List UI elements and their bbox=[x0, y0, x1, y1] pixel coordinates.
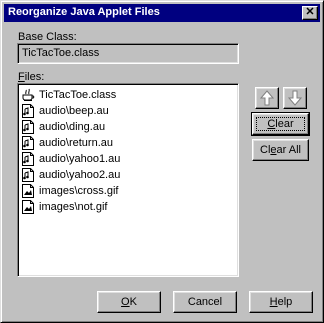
audio-file-icon bbox=[21, 104, 35, 118]
move-up-button[interactable] bbox=[255, 87, 279, 109]
clear-all-button-label: Clear All bbox=[260, 144, 301, 156]
audio-file-icon bbox=[21, 120, 35, 134]
file-name: audio\return.au bbox=[39, 137, 113, 149]
help-button-label: Help bbox=[269, 296, 293, 308]
close-button[interactable]: ✕ bbox=[302, 6, 318, 20]
clear-button[interactable]: Clear bbox=[251, 112, 310, 136]
ok-button[interactable]: OK bbox=[97, 291, 161, 313]
file-name: images\not.gif bbox=[39, 201, 108, 213]
close-icon: ✕ bbox=[305, 6, 315, 18]
audio-file-icon bbox=[21, 136, 35, 150]
cancel-button-label: Cancel bbox=[187, 296, 223, 308]
base-class-label: Base Class: bbox=[18, 31, 77, 43]
arrow-down-icon bbox=[288, 90, 302, 106]
files-listbox[interactable]: TicTacToe.class audio\beep.au audio\ding.a… bbox=[17, 83, 239, 277]
files-label: Files: bbox=[18, 71, 45, 83]
cancel-button[interactable]: Cancel bbox=[173, 291, 237, 313]
title-bar[interactable]: Reorganize Java Applet Files ✕ bbox=[4, 4, 320, 22]
file-name: audio\yahoo1.au bbox=[39, 153, 121, 165]
file-name: images\cross.gif bbox=[39, 185, 119, 197]
file-name: TicTacToe.class bbox=[39, 89, 117, 101]
image-file-icon bbox=[21, 184, 35, 198]
arrow-up-icon bbox=[260, 90, 274, 106]
dialog-window: Reorganize Java Applet Files ✕ Base Clas… bbox=[0, 0, 324, 323]
clear-all-button[interactable]: Clear All bbox=[252, 139, 309, 161]
file-name: audio\beep.au bbox=[39, 105, 109, 117]
file-name: audio\ding.au bbox=[39, 121, 106, 133]
java-class-icon bbox=[21, 88, 35, 102]
audio-file-icon bbox=[21, 168, 35, 182]
ok-button-label: OK bbox=[121, 296, 137, 308]
window-title: Reorganize Java Applet Files bbox=[8, 6, 160, 18]
audio-file-icon bbox=[21, 152, 35, 166]
base-class-value: TicTacToe.class bbox=[22, 47, 100, 59]
move-down-button[interactable] bbox=[283, 87, 307, 109]
clear-button-label: Clear bbox=[267, 118, 294, 130]
help-button[interactable]: Help bbox=[249, 291, 313, 313]
file-name: audio\yahoo2.au bbox=[39, 169, 121, 181]
base-class-field: TicTacToe.class bbox=[17, 43, 239, 64]
image-file-icon bbox=[21, 200, 35, 214]
